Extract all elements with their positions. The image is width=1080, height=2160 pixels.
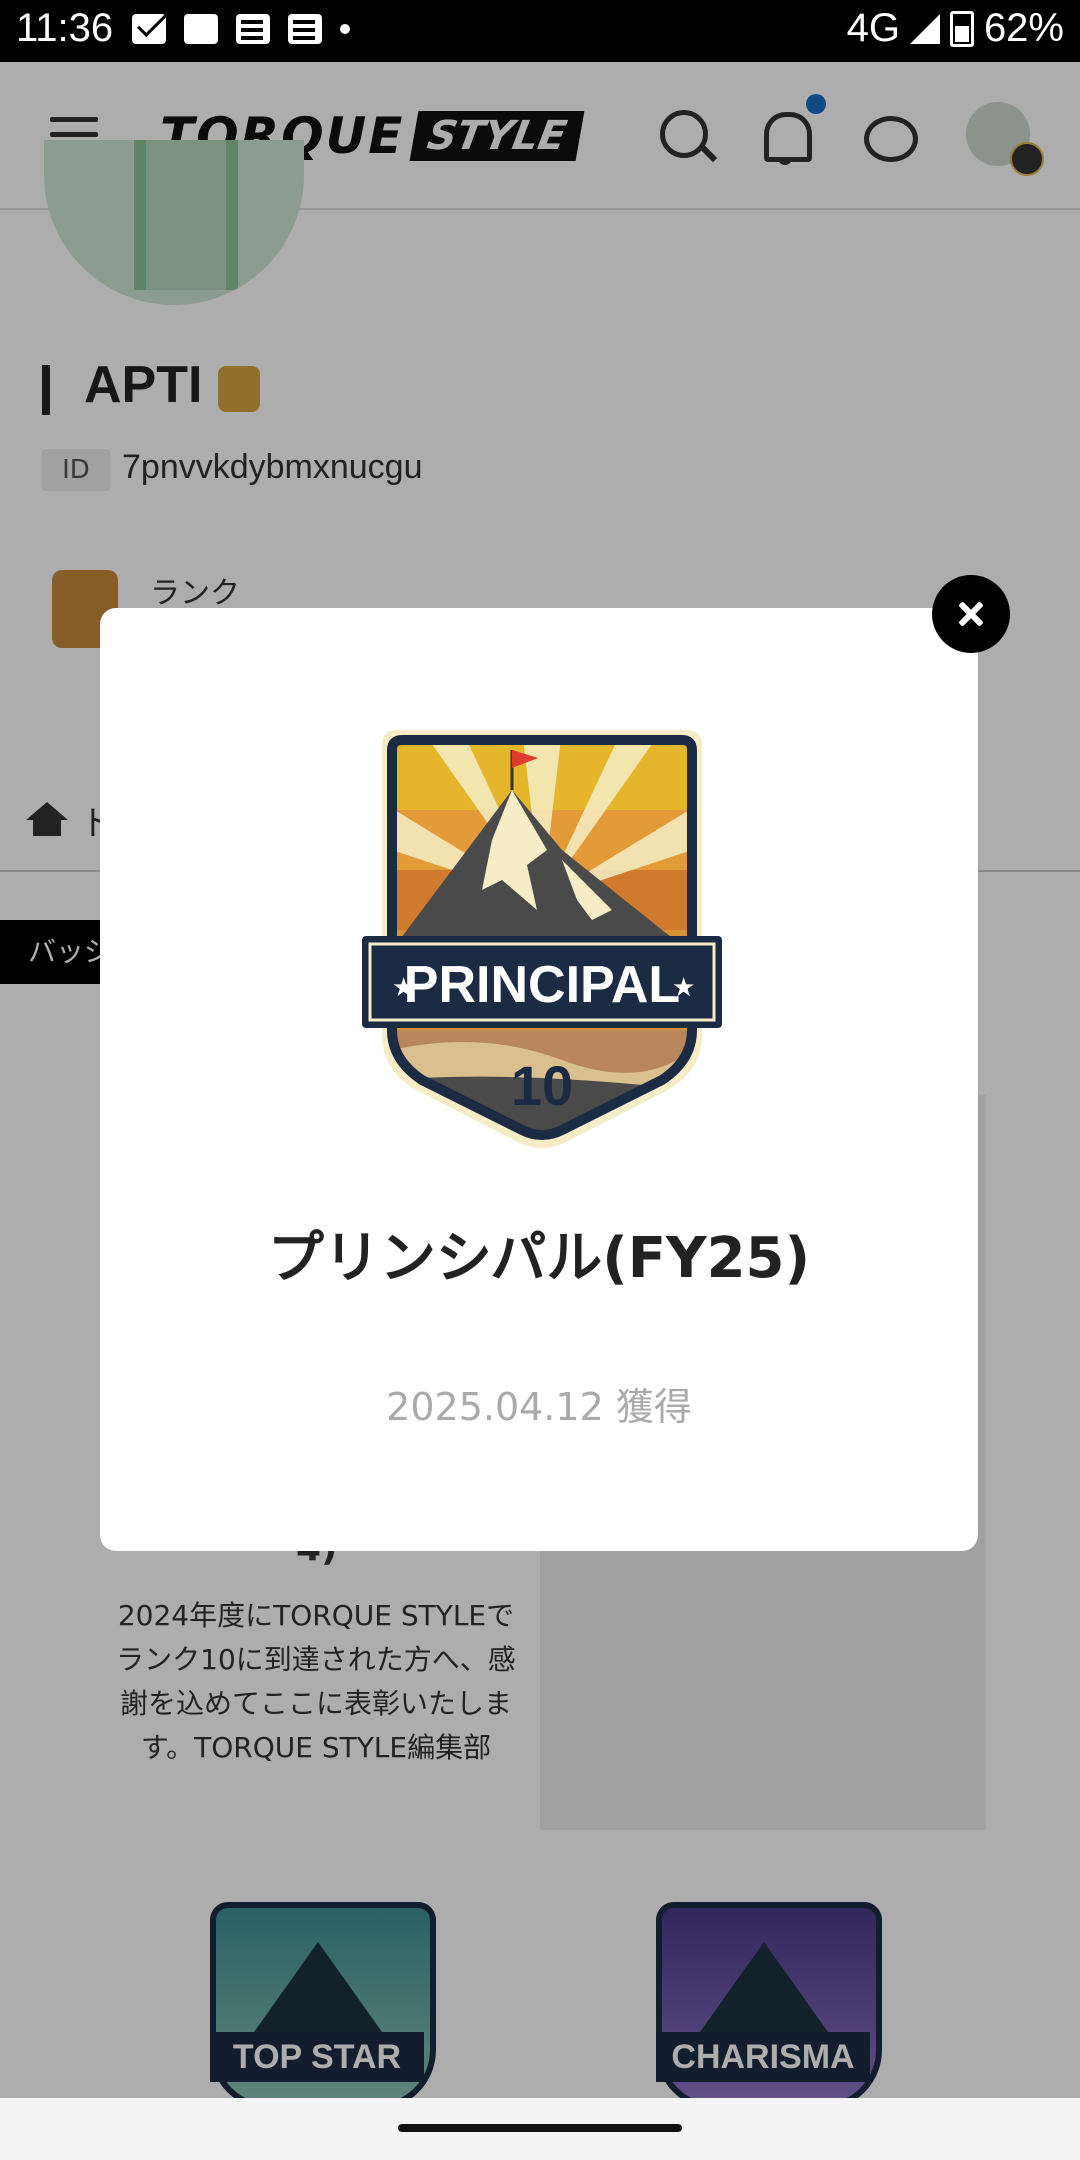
status-time: 11:36: [16, 6, 114, 50]
status-right: 4G 62%: [847, 6, 1064, 51]
svg-text:★: ★: [672, 973, 695, 1003]
modal-title: プリンシパル(FY25): [267, 1226, 811, 1291]
badge-number-text: 10: [511, 1054, 573, 1117]
news-icon: [236, 14, 270, 44]
badge-label-text: PRINCIPAL: [404, 956, 680, 1014]
principal-badge-image: PRINCIPAL ★ ★ 10: [362, 730, 722, 1148]
close-icon[interactable]: [932, 575, 1010, 653]
home-indicator[interactable]: [398, 2124, 682, 2132]
more-notifications-icon: [340, 24, 350, 34]
modal-date: 2025.04.12 獲得: [386, 1385, 692, 1429]
status-bar: 11:36 4G 62%: [0, 0, 1080, 62]
svg-text:★: ★: [392, 973, 415, 1003]
mail-icon: [132, 14, 166, 44]
network-type: 4G: [846, 6, 900, 50]
news-icon-2: [288, 14, 322, 44]
battery-percent: 62%: [983, 6, 1064, 50]
signal-icon: [909, 13, 940, 44]
gallery-icon: [184, 14, 218, 44]
notification-icons: [132, 14, 350, 44]
battery-icon: [949, 10, 974, 47]
badge-detail-modal: PRINCIPAL ★ ★ 10 プリンシパル(FY25) 2025.04.12…: [100, 608, 978, 1551]
